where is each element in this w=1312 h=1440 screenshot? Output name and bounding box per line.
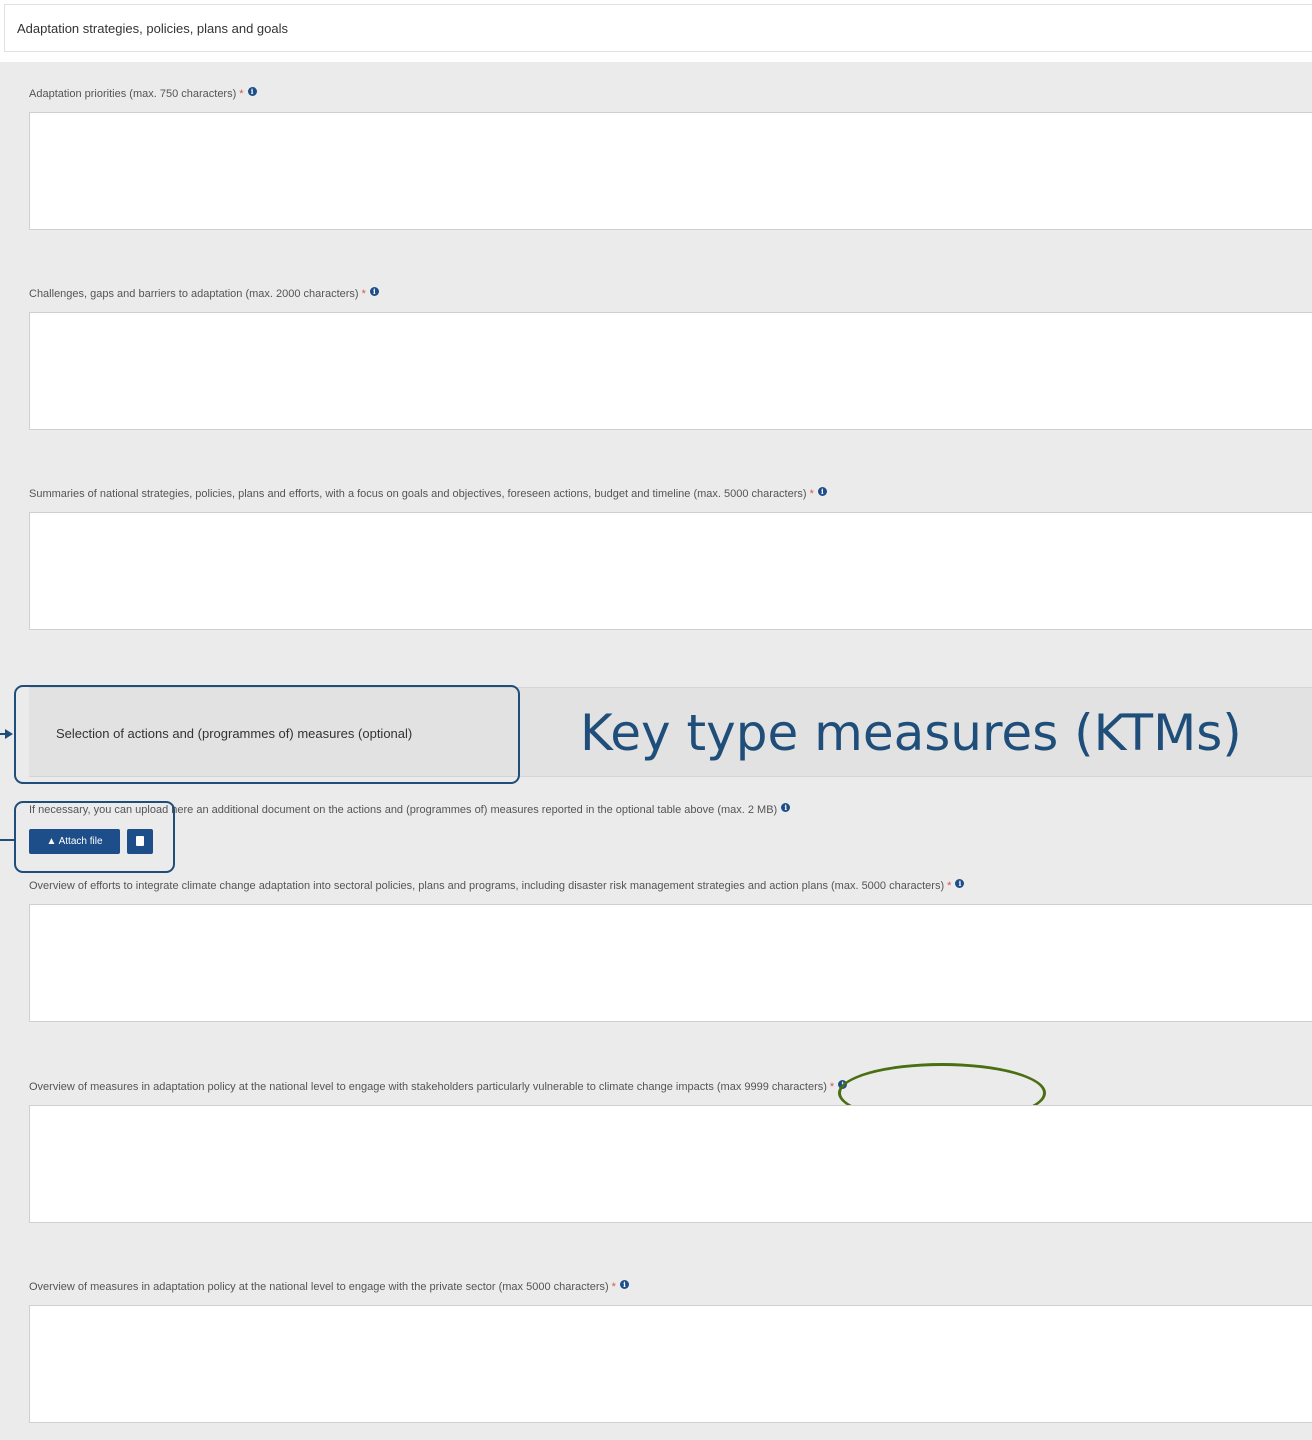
annotation-key-type-measures: Key type measures (KTMs) — [580, 704, 1242, 762]
info-icon[interactable]: i — [369, 287, 379, 296]
measures-highlight-box — [14, 685, 520, 784]
arrow-icon — [5, 729, 13, 739]
challenges-textarea[interactable] — [29, 312, 1312, 430]
required-marker: * — [361, 288, 366, 300]
info-icon[interactable]: i — [781, 803, 791, 812]
summaries-textarea[interactable] — [29, 512, 1312, 630]
required-marker: * — [239, 88, 244, 100]
section-header: Adaptation strategies, policies, plans a… — [4, 4, 1312, 52]
field-label-private-sector: Overview of measures in adaptation polic… — [29, 1280, 629, 1293]
adaptation-priorities-textarea[interactable] — [29, 112, 1312, 230]
required-marker: * — [829, 1081, 835, 1093]
field-label-vulnerable-stakeholders: Overview of measures in adaptation polic… — [29, 1080, 848, 1093]
vulnerable-stakeholders-textarea[interactable] — [29, 1105, 1312, 1223]
section-title: Adaptation strategies, policies, plans a… — [17, 21, 289, 36]
info-icon[interactable]: i — [247, 87, 257, 96]
field-label-integration: Overview of efforts to integrate climate… — [29, 879, 965, 892]
field-label-summaries: Summaries of national strategies, polici… — [29, 487, 827, 500]
private-sector-textarea[interactable] — [29, 1305, 1312, 1423]
info-icon[interactable]: i — [619, 1280, 629, 1289]
required-marker: * — [809, 488, 814, 500]
required-marker: * — [611, 1281, 616, 1293]
required-marker: * — [947, 880, 952, 892]
upload-connector — [0, 839, 14, 841]
field-label-challenges: Challenges, gaps and barriers to adaptat… — [29, 287, 379, 300]
info-icon[interactable]: i — [955, 879, 965, 888]
field-label-adaptation-priorities: Adaptation priorities (max. 750 characte… — [29, 87, 257, 100]
info-icon[interactable]: i — [817, 487, 827, 496]
integration-textarea[interactable] — [29, 904, 1312, 1022]
upload-highlight-box — [14, 801, 175, 873]
